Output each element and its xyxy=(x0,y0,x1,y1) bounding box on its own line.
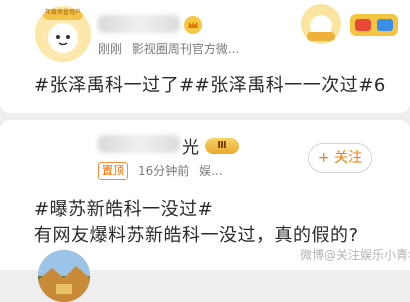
fan-badge-icon xyxy=(301,4,341,44)
username-blurred[interactable] xyxy=(98,135,180,153)
watermark: 微博@关注娱乐小青年 xyxy=(300,248,410,262)
pinned-badge: 置顶 xyxy=(98,162,128,180)
post-card-1: 年度荣誉用户 刚刚 影视圈周刊官方微... #张泽禹科一过了##张泽禹科一一次过… xyxy=(0,0,410,113)
post-content: 有网友爆料苏新皓科一没过，真的假的? xyxy=(34,225,359,246)
crown-icon xyxy=(184,16,202,34)
post-source[interactable]: 娱... xyxy=(199,164,222,178)
avatar-landscape-icon xyxy=(38,250,90,302)
avatar-badge-label: 年度荣誉用户 xyxy=(44,9,81,16)
post-source[interactable]: 影视圈周刊官方微... xyxy=(132,42,239,56)
avatar[interactable] xyxy=(38,250,90,302)
username-blurred[interactable] xyxy=(98,15,180,33)
username-suffix[interactable]: 光 xyxy=(182,133,199,158)
post-meta: 16分钟前 娱... xyxy=(138,162,223,179)
vip-badge: Ⅲ xyxy=(205,138,239,154)
follow-button[interactable]: + 关注 xyxy=(308,143,372,173)
post-content: #张泽禹科一过了##张泽禹科一一次过#6 xyxy=(34,75,386,96)
post-meta: 刚刚 影视圈周刊官方微... xyxy=(98,40,239,57)
post-card-2: 光 Ⅲ 置顶 16分钟前 娱... + 关注 #曝苏新皓科一没过# 有网友爆料苏… xyxy=(0,120,410,302)
hashtag-link[interactable]: #曝苏新皓科一没过# xyxy=(34,195,213,221)
post-time: 16分钟前 xyxy=(138,164,190,178)
post-time: 刚刚 xyxy=(98,42,123,56)
3d-glasses-icon xyxy=(350,14,398,36)
